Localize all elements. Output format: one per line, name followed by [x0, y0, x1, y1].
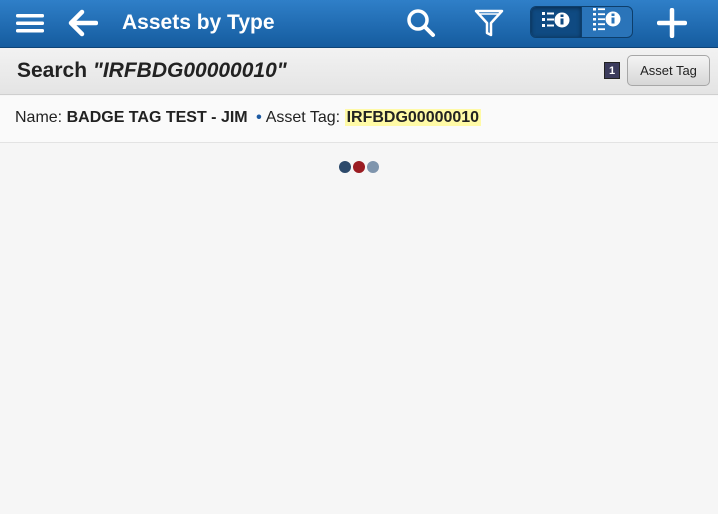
search-icon[interactable]	[403, 6, 439, 40]
list-info-view-button[interactable]	[531, 7, 581, 37]
search-query: "IRFBDG00000010"	[92, 59, 287, 82]
list-item[interactable]: Name: BADGE TAG TEST - JIM • Asset Tag: I…	[0, 96, 718, 143]
loader-dot	[367, 161, 379, 173]
result-count-badge: 1	[604, 62, 620, 79]
result-summary: Name: BADGE TAG TEST - JIM • Asset Tag: I…	[15, 109, 482, 127]
top-app-bar: Assets by Type	[0, 0, 718, 48]
separator: •	[256, 109, 262, 126]
loader-dot	[339, 161, 351, 173]
name-value: BADGE TAG TEST - JIM	[66, 109, 248, 126]
asset-tag-label: Asset Tag:	[265, 109, 341, 126]
search-label: Search	[17, 59, 93, 82]
back-arrow-icon[interactable]	[66, 6, 100, 40]
detail-info-view-button[interactable]	[582, 7, 632, 37]
list-info-icon	[592, 7, 622, 37]
name-label: Name:	[15, 109, 63, 126]
loader-dot	[353, 161, 365, 173]
list-info-icon	[541, 10, 571, 35]
filter-icon[interactable]	[471, 6, 507, 40]
asset-tag-value: IRFBDG00000010	[344, 109, 482, 126]
view-toggle	[530, 6, 633, 38]
menu-icon[interactable]	[14, 6, 46, 40]
loading-indicator	[339, 160, 381, 174]
search-heading: Search "IRFBDG00000010"	[17, 59, 287, 83]
page-title: Assets by Type	[122, 11, 275, 34]
plus-icon[interactable]	[655, 6, 689, 40]
asset-tag-field-button[interactable]: Asset Tag	[627, 55, 710, 86]
